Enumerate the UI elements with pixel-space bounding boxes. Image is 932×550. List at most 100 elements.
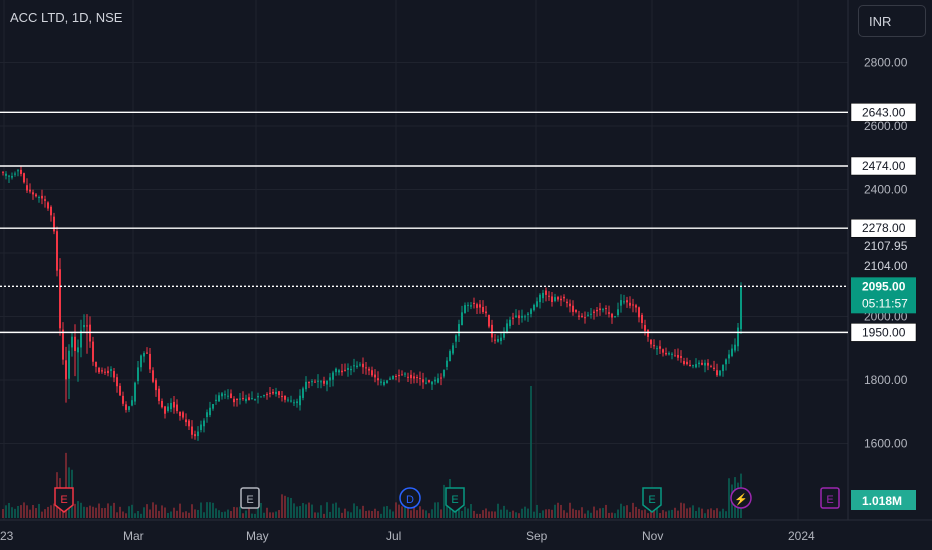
candle-body [371, 370, 373, 376]
candle-body [383, 381, 385, 385]
candle-body [212, 404, 214, 409]
candle-body [629, 302, 631, 306]
volume-bar [128, 506, 130, 518]
volume-bar [431, 509, 433, 518]
candle-body [320, 381, 322, 383]
price-chart[interactable]: E E D E E ⚡ E 2800.002600.002400.002000.001800… [0, 0, 932, 550]
candle-body [491, 324, 493, 338]
candle-body [719, 370, 721, 376]
candle-body [164, 406, 166, 414]
event-marker-earnings[interactable]: E [240, 487, 260, 509]
volume-bar [353, 503, 355, 518]
candle-body [407, 376, 409, 378]
volume-bar [563, 510, 565, 518]
volume-bar [215, 508, 217, 518]
volume-bar [92, 506, 94, 518]
candle-body [314, 381, 316, 383]
event-marker-split[interactable]: ⚡ [730, 487, 752, 509]
volume-bar [527, 508, 529, 518]
candle-body [41, 195, 43, 199]
volume-bar [584, 513, 586, 518]
currency-button[interactable]: INR [858, 5, 926, 37]
candle-body [644, 325, 646, 331]
candle-body [650, 339, 652, 345]
candle-body [122, 395, 124, 404]
candle-body [485, 311, 487, 314]
candle-body [101, 370, 103, 372]
event-marker-earnings[interactable]: E [820, 487, 840, 509]
volume-bar [680, 502, 682, 518]
volume-bar [599, 508, 601, 518]
candle-body [215, 399, 217, 401]
candle-body [206, 412, 208, 418]
volume-bar [485, 508, 487, 518]
candle-body [365, 367, 367, 369]
candle-body [167, 406, 169, 411]
candle-body [305, 381, 307, 390]
candle-body [611, 313, 613, 318]
volume-bar [512, 510, 514, 518]
volume-bar [83, 506, 85, 518]
candle-body [446, 360, 448, 367]
volume-bar [221, 512, 223, 518]
volume-bar [347, 511, 349, 518]
volume-bar [419, 506, 421, 518]
candle-body [50, 206, 52, 216]
candle-body [248, 397, 250, 401]
candle-body [293, 402, 295, 404]
candle-body [179, 411, 181, 416]
event-marker-label: D [406, 494, 414, 506]
volume-bar [260, 502, 262, 518]
volume-bar [509, 511, 511, 518]
candle-body [275, 391, 277, 395]
volume-bar [530, 386, 532, 518]
volume-bar [566, 512, 568, 518]
candle-body [455, 335, 457, 342]
candle-body [143, 353, 145, 357]
volume-bar [218, 510, 220, 518]
volume-bar [242, 513, 244, 518]
volume-bar [134, 513, 136, 518]
volume-bar [164, 507, 166, 518]
volume-bar [488, 511, 490, 518]
candle-body [467, 304, 469, 306]
volume-bar [194, 509, 196, 518]
event-marker-dividend[interactable]: D [399, 487, 421, 509]
candle-body [104, 371, 106, 373]
candle-body [563, 296, 565, 299]
volume-bar [359, 509, 361, 518]
candle-body [608, 312, 610, 314]
volume-bar [11, 507, 13, 518]
candle-body [347, 367, 349, 370]
volume-bar [296, 506, 298, 518]
volume-bar [572, 508, 574, 518]
candle-body [677, 354, 679, 358]
candle-body [542, 292, 544, 299]
volume-bar [302, 502, 304, 518]
candle-body [308, 382, 310, 384]
volume-bar [617, 509, 619, 518]
candle-body [92, 341, 94, 362]
volume-bar [722, 508, 724, 518]
volume-bar [275, 511, 277, 518]
level-label: 1950.00 [862, 325, 906, 339]
volume-bar [596, 510, 598, 518]
candle-body [527, 313, 529, 315]
volume-bar [644, 509, 646, 518]
candle-body [134, 382, 136, 402]
candle-body [587, 314, 589, 316]
candle-body [113, 371, 115, 378]
volume-bar [17, 505, 19, 518]
volume-bar [8, 502, 10, 518]
volume-bar [104, 507, 106, 518]
candle-body [197, 431, 199, 437]
candle-body [311, 381, 313, 383]
candle-body [56, 231, 58, 271]
candle-body [272, 391, 274, 394]
candle-body [302, 388, 304, 398]
volume-bar [398, 504, 400, 518]
volume-bar [410, 510, 412, 518]
volume-bar [86, 507, 88, 518]
candle-body [524, 316, 526, 318]
candle-body [221, 393, 223, 397]
